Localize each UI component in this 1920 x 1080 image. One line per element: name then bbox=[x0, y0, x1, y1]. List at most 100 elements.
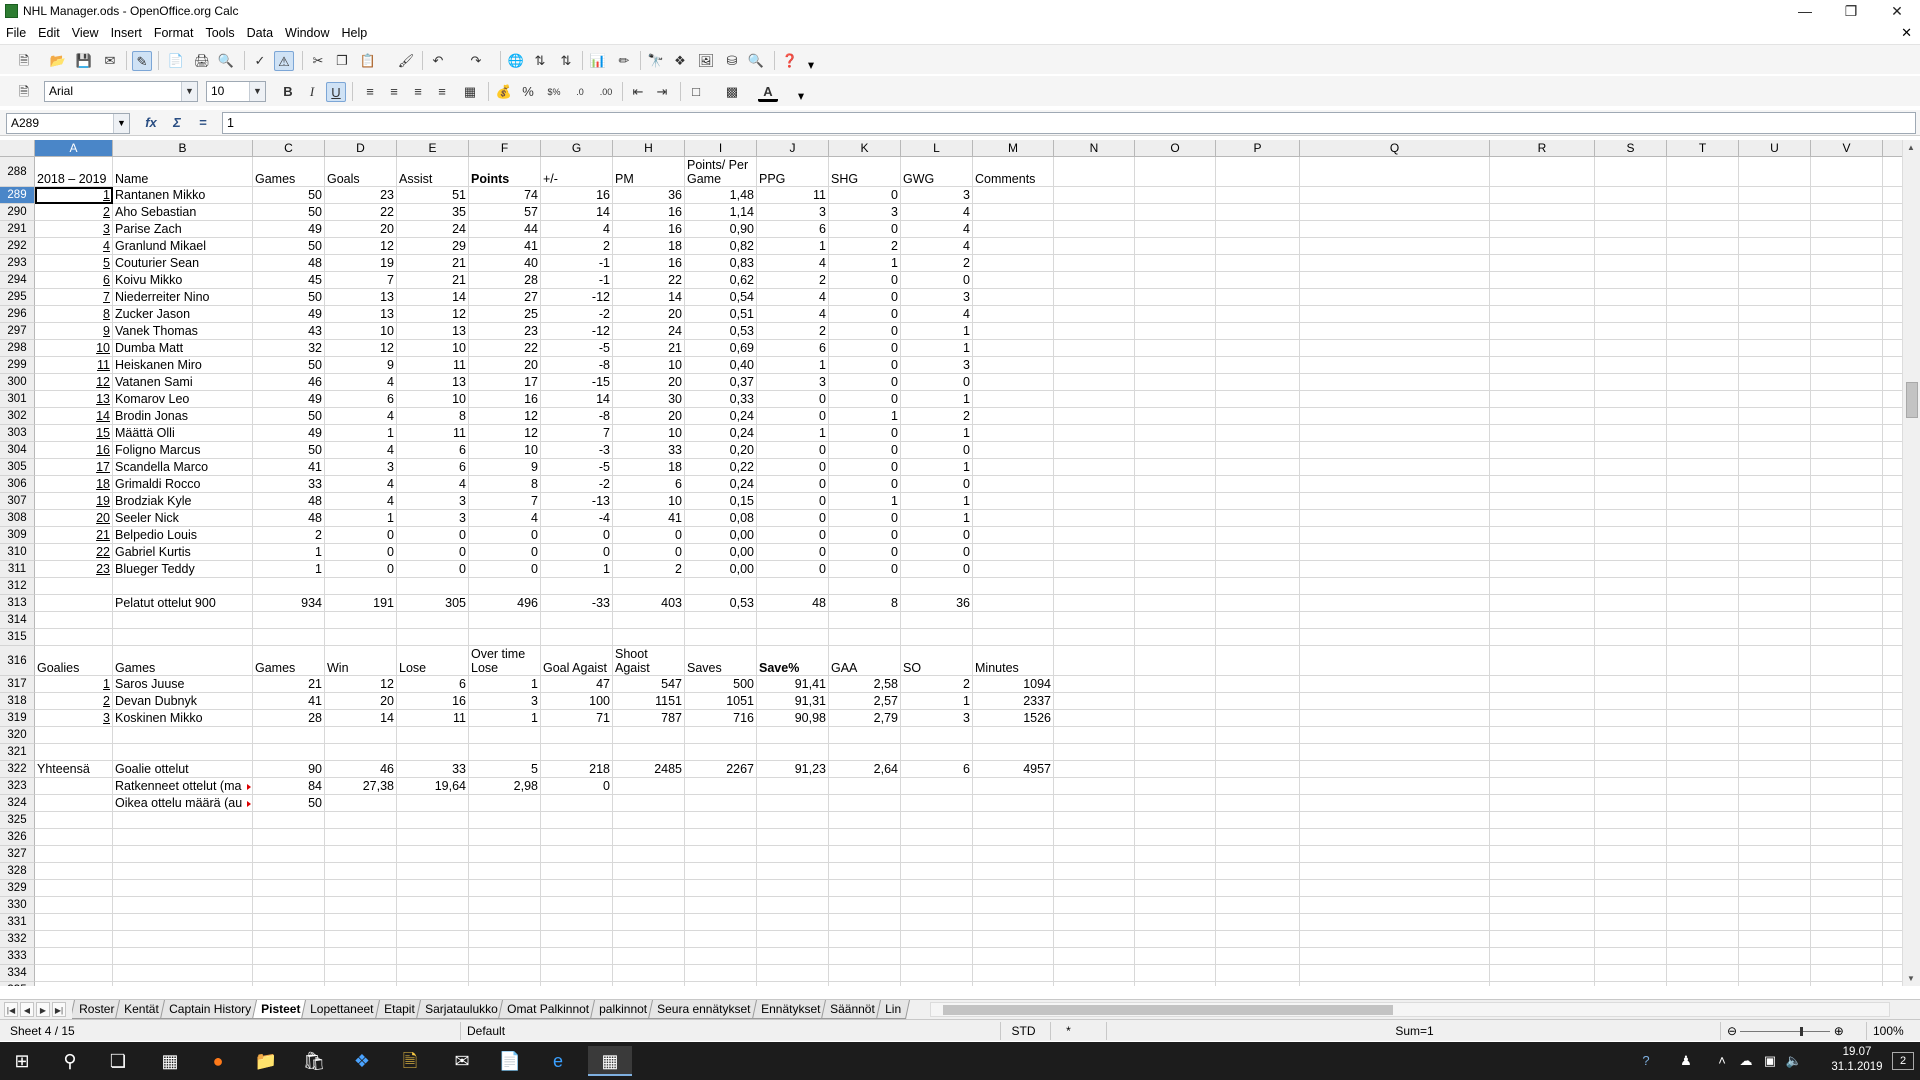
zoom-in-icon[interactable]: ⊕ bbox=[1834, 1024, 1844, 1038]
cell-t303[interactable] bbox=[1667, 425, 1739, 442]
cell-s335[interactable] bbox=[1595, 982, 1667, 986]
cell-u295[interactable] bbox=[1739, 289, 1811, 306]
cell-r296[interactable] bbox=[1490, 306, 1595, 323]
cell-k306[interactable]: 0 bbox=[829, 476, 901, 493]
cell-n300[interactable] bbox=[1054, 374, 1135, 391]
cell-q291[interactable] bbox=[1300, 221, 1490, 238]
cell-k294[interactable]: 0 bbox=[829, 272, 901, 289]
cell-j312[interactable] bbox=[757, 578, 829, 595]
cell-q300[interactable] bbox=[1300, 374, 1490, 391]
cell-e291[interactable]: 24 bbox=[397, 221, 469, 238]
cell-g301[interactable]: 14 bbox=[541, 391, 613, 408]
cell-t334[interactable] bbox=[1667, 965, 1739, 982]
cell-i307[interactable]: 0,15 bbox=[685, 493, 757, 510]
cell-r315[interactable] bbox=[1490, 629, 1595, 646]
cell-b335[interactable] bbox=[113, 982, 253, 986]
cell-q316[interactable] bbox=[1300, 646, 1490, 676]
cell-s296[interactable] bbox=[1595, 306, 1667, 323]
row-header[interactable]: 306 bbox=[0, 476, 35, 493]
cell-u296[interactable] bbox=[1739, 306, 1811, 323]
cell-c332[interactable] bbox=[253, 931, 325, 948]
cell-p305[interactable] bbox=[1216, 459, 1300, 476]
cell-r330[interactable] bbox=[1490, 897, 1595, 914]
cell-h307[interactable]: 10 bbox=[613, 493, 685, 510]
row-header[interactable]: 322 bbox=[0, 761, 35, 778]
cell-u293[interactable] bbox=[1739, 255, 1811, 272]
cell-q328[interactable] bbox=[1300, 863, 1490, 880]
cell-o290[interactable] bbox=[1135, 204, 1216, 221]
show-hidden-icons-icon[interactable]: ˄ bbox=[1712, 1051, 1732, 1071]
cell-l300[interactable]: 0 bbox=[901, 374, 973, 391]
cell-p292[interactable] bbox=[1216, 238, 1300, 255]
cell-f333[interactable] bbox=[469, 948, 541, 965]
print-icon[interactable]: 🖨 bbox=[192, 51, 212, 71]
cell-h303[interactable]: 10 bbox=[613, 425, 685, 442]
cell-r334[interactable] bbox=[1490, 965, 1595, 982]
cell-a305[interactable]: 17 bbox=[35, 459, 113, 476]
cell-h324[interactable] bbox=[613, 795, 685, 812]
cell-u335[interactable] bbox=[1739, 982, 1811, 986]
cell-j289[interactable]: 11 bbox=[757, 187, 829, 204]
cell-n291[interactable] bbox=[1054, 221, 1135, 238]
cell-b301[interactable]: Komarov Leo bbox=[113, 391, 253, 408]
column-header-l[interactable]: L bbox=[901, 140, 973, 157]
cell-k319[interactable]: 2,79 bbox=[829, 710, 901, 727]
cell-g308[interactable]: -4 bbox=[541, 510, 613, 527]
cell-v307[interactable] bbox=[1811, 493, 1883, 510]
cell-a308[interactable]: 20 bbox=[35, 510, 113, 527]
open-icon[interactable]: 📂 bbox=[48, 51, 68, 71]
cell-t308[interactable] bbox=[1667, 510, 1739, 527]
cell-l311[interactable]: 0 bbox=[901, 561, 973, 578]
cell-g293[interactable]: -1 bbox=[541, 255, 613, 272]
cell-g296[interactable]: -2 bbox=[541, 306, 613, 323]
cell-a333[interactable] bbox=[35, 948, 113, 965]
cell-c298[interactable]: 32 bbox=[253, 340, 325, 357]
cell-b289[interactable]: Rantanen Mikko bbox=[113, 187, 253, 204]
cell-v312[interactable] bbox=[1811, 578, 1883, 595]
cell-n292[interactable] bbox=[1054, 238, 1135, 255]
cell-m318[interactable]: 2337 bbox=[973, 693, 1054, 710]
cell-n299[interactable] bbox=[1054, 357, 1135, 374]
cell-g312[interactable] bbox=[541, 578, 613, 595]
calculator-icon[interactable]: ▦ bbox=[148, 1046, 192, 1076]
cell-i300[interactable]: 0,37 bbox=[685, 374, 757, 391]
cell-i313[interactable]: 0,53 bbox=[685, 595, 757, 612]
cell-t321[interactable] bbox=[1667, 744, 1739, 761]
sheet-tab[interactable]: Lin bbox=[875, 1000, 910, 1019]
cell-s303[interactable] bbox=[1595, 425, 1667, 442]
cell-v299[interactable] bbox=[1811, 357, 1883, 374]
cell-o317[interactable] bbox=[1135, 676, 1216, 693]
cell-c303[interactable]: 49 bbox=[253, 425, 325, 442]
cell-d329[interactable] bbox=[325, 880, 397, 897]
cell-p306[interactable] bbox=[1216, 476, 1300, 493]
cell-n318[interactable] bbox=[1054, 693, 1135, 710]
cell-k326[interactable] bbox=[829, 829, 901, 846]
cell-k325[interactable] bbox=[829, 812, 901, 829]
cell-n331[interactable] bbox=[1054, 914, 1135, 931]
cell-c293[interactable]: 48 bbox=[253, 255, 325, 272]
cell-h304[interactable]: 33 bbox=[613, 442, 685, 459]
cell-t310[interactable] bbox=[1667, 544, 1739, 561]
cell-b328[interactable] bbox=[113, 863, 253, 880]
cell-e314[interactable] bbox=[397, 612, 469, 629]
cell-o322[interactable] bbox=[1135, 761, 1216, 778]
cell-c330[interactable] bbox=[253, 897, 325, 914]
cell-o326[interactable] bbox=[1135, 829, 1216, 846]
cell-j304[interactable]: 0 bbox=[757, 442, 829, 459]
cell-s297[interactable] bbox=[1595, 323, 1667, 340]
cell-a292[interactable]: 4 bbox=[35, 238, 113, 255]
cell-b326[interactable] bbox=[113, 829, 253, 846]
cell-d331[interactable] bbox=[325, 914, 397, 931]
cell-f328[interactable] bbox=[469, 863, 541, 880]
cell-v304[interactable] bbox=[1811, 442, 1883, 459]
cell-u313[interactable] bbox=[1739, 595, 1811, 612]
cell-l297[interactable]: 1 bbox=[901, 323, 973, 340]
cell-d292[interactable]: 12 bbox=[325, 238, 397, 255]
cell-n306[interactable] bbox=[1054, 476, 1135, 493]
cell-o301[interactable] bbox=[1135, 391, 1216, 408]
cell-r329[interactable] bbox=[1490, 880, 1595, 897]
delete-decimal-icon[interactable]: .00 bbox=[596, 82, 616, 102]
cell-l332[interactable] bbox=[901, 931, 973, 948]
cell-o311[interactable] bbox=[1135, 561, 1216, 578]
row-header[interactable]: 332 bbox=[0, 931, 35, 948]
